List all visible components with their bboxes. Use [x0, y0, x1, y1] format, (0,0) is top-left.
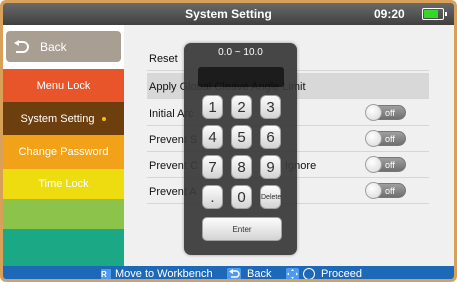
sidebar-item-label: Change Password [18, 146, 109, 158]
toggle-knob [365, 104, 382, 121]
sidebar-item-label: System Setting [20, 112, 95, 125]
toggle-state: off [385, 186, 395, 196]
back-arrow-icon [227, 268, 241, 279]
delete-button[interactable]: Delete [260, 185, 281, 209]
toggle-switch[interactable]: off [365, 104, 406, 121]
toggle-state: off [385, 108, 395, 118]
key-7[interactable]: 7 [202, 155, 223, 179]
toggle-knob [365, 182, 382, 199]
setting-label: Reset [149, 53, 178, 65]
back-hint[interactable]: Back [247, 268, 271, 279]
sidebar-item-system-setting[interactable]: System Setting [3, 102, 124, 135]
back-label: Back [40, 39, 67, 54]
toggle-state: off [385, 134, 395, 144]
key-6[interactable]: 6 [260, 125, 281, 149]
toggle-switch[interactable]: off [365, 156, 406, 173]
title-bar: System Setting 09:20 [3, 3, 454, 25]
toggle-knob [365, 156, 382, 173]
battery-icon [422, 8, 447, 20]
key-5[interactable]: 5 [231, 125, 252, 149]
key-0[interactable]: 0 [231, 185, 252, 209]
footer-hint-bar: R Move to Workbench Back Proceed [3, 266, 454, 279]
sidebar-item-menu-lock[interactable]: Menu Lock [3, 69, 124, 102]
toggle-state: off [385, 160, 395, 170]
move-to-workbench-hint[interactable]: Move to Workbench [115, 268, 213, 279]
value-range: 0.0 ~ 10.0 [218, 47, 263, 58]
sidebar-item-empty[interactable] [3, 199, 124, 229]
key-8[interactable]: 8 [231, 155, 252, 179]
toggle-switch[interactable]: off [365, 130, 406, 147]
key-2[interactable]: 2 [231, 95, 252, 119]
sidebar-item-empty[interactable] [3, 229, 124, 266]
sidebar: Back Menu Lock System Setting Change Pas… [3, 25, 124, 266]
sidebar-item-change-password[interactable]: Change Password [3, 135, 124, 169]
sidebar-item-label: Time Lock [38, 178, 89, 190]
back-button[interactable]: Back [6, 31, 121, 62]
sidebar-item-label: Menu Lock [36, 79, 91, 92]
back-arrow-icon [14, 39, 29, 53]
proceed-hint[interactable]: Proceed [321, 268, 362, 279]
key-1[interactable]: 1 [202, 95, 223, 119]
key-4[interactable]: 4 [202, 125, 223, 149]
dpad-icon [286, 268, 299, 279]
key-9[interactable]: 9 [260, 155, 281, 179]
selected-indicator-icon [102, 116, 107, 121]
device-screen: System Setting 09:20 Back Menu Lock Syst… [0, 0, 457, 282]
key-decimal[interactable]: . [202, 185, 223, 209]
numeric-keypad: 0.0 ~ 10.0 1 2 3 4 5 6 7 8 9 . 0 Delete … [184, 43, 297, 255]
key-3[interactable]: 3 [260, 95, 281, 119]
sidebar-item-time-lock[interactable]: Time Lock [3, 169, 124, 199]
enter-button[interactable]: Enter [202, 217, 282, 241]
clock: 09:20 [374, 7, 405, 21]
toggle-switch[interactable]: off [365, 182, 406, 199]
ok-circle-icon [303, 268, 315, 279]
value-input[interactable] [198, 67, 284, 87]
toggle-knob [365, 130, 382, 147]
r-key-icon: R [101, 269, 111, 279]
